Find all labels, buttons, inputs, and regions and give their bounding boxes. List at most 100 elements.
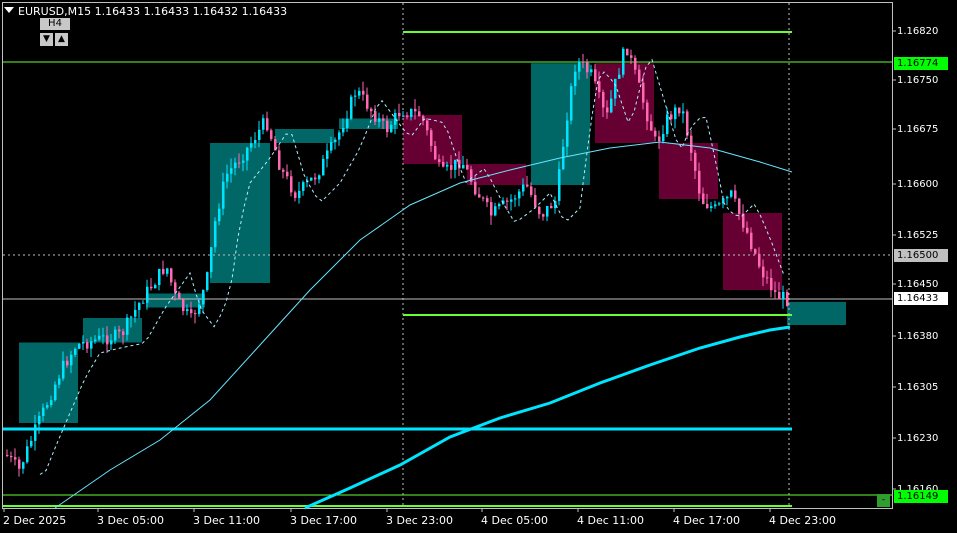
candle-body: [418, 111, 421, 117]
candle-body: [386, 120, 389, 133]
candle-body: [38, 416, 41, 425]
h4-candle-box: [659, 143, 718, 199]
candle-body: [642, 82, 645, 103]
candle-body: [266, 118, 269, 131]
collapse-button[interactable]: -: [877, 494, 890, 507]
candle-body: [134, 309, 137, 317]
candle-body: [190, 309, 193, 314]
chart-menu-icon[interactable]: [4, 7, 14, 13]
candle-body: [46, 405, 49, 408]
candle-body: [70, 354, 73, 366]
candle-body: [518, 191, 521, 199]
current-price-label: 1.16433: [894, 292, 948, 305]
candle-body: [634, 57, 637, 70]
higher-timeframe-badge[interactable]: H4: [40, 18, 70, 30]
time-tick-label: 4 Dec 23:00: [769, 514, 836, 527]
candle-body: [98, 335, 101, 340]
candle-body: [250, 143, 253, 148]
candle-body: [606, 107, 609, 113]
candle-body: [346, 118, 349, 128]
candle-body: [178, 292, 181, 299]
candle-body: [430, 130, 433, 146]
candle-body: [34, 424, 37, 441]
candle-body: [706, 203, 709, 209]
candle-body: [42, 407, 45, 417]
candle-body: [378, 118, 381, 122]
candle-body: [314, 177, 317, 180]
candle-body: [714, 204, 717, 207]
candle-body: [62, 360, 65, 379]
candle-body: [282, 169, 285, 172]
candle-body: [366, 94, 369, 109]
candle-body: [14, 457, 17, 460]
candle-body: [674, 107, 677, 120]
candle-body: [762, 266, 765, 278]
candle-body: [530, 186, 533, 195]
timeframe-down-button[interactable]: ▼: [40, 33, 53, 46]
candle-body: [126, 317, 129, 335]
candle-body: [146, 286, 149, 303]
price-chart[interactable]: [0, 0, 957, 533]
h4-candle-box: [723, 213, 782, 290]
candle-body: [94, 339, 97, 342]
candle-body: [294, 192, 297, 198]
candle-body: [246, 147, 249, 161]
candle-body: [694, 152, 697, 171]
candle-body: [622, 48, 625, 75]
candle-body: [670, 114, 673, 120]
candle-body: [486, 198, 489, 203]
candle-body: [682, 111, 685, 114]
candle-body: [66, 360, 69, 366]
candle-body: [434, 145, 437, 160]
candle-body: [550, 205, 553, 209]
candle-body: [626, 48, 629, 56]
candle-body: [650, 121, 653, 131]
candle-body: [110, 340, 113, 345]
candle-body: [398, 112, 401, 117]
candle-body: [558, 169, 561, 201]
candle-body: [370, 108, 373, 112]
timeframe-up-button[interactable]: ▲: [55, 33, 68, 46]
candle-body: [522, 184, 525, 192]
price-tick-label: 1.16820: [897, 26, 939, 37]
h4-candle-box: [19, 342, 78, 423]
candle-body: [118, 329, 121, 332]
slow-ma-line: [304, 325, 791, 510]
candle-body: [82, 342, 85, 344]
candle-body: [170, 268, 173, 283]
candle-body: [610, 98, 613, 113]
candle-body: [770, 277, 773, 291]
candle-body: [594, 69, 597, 82]
candle-body: [342, 127, 345, 133]
candle-body: [638, 69, 641, 83]
candle-body: [514, 198, 517, 200]
candle-body: [662, 134, 665, 142]
candle-body: [598, 81, 601, 93]
candle-body: [746, 227, 749, 233]
candle-body: [238, 162, 241, 164]
candle-body: [506, 200, 509, 202]
candle-body: [702, 193, 705, 204]
candle-body: [50, 400, 53, 406]
time-tick-label: 2 Dec 2025: [3, 514, 67, 527]
time-tick-label: 3 Dec 05:00: [97, 514, 164, 527]
chart-window[interactable]: EURUSD,M15 1.16433 1.16433 1.16432 1.164…: [0, 0, 957, 533]
candle-body: [602, 92, 605, 108]
candle-body: [710, 206, 713, 209]
candle-body: [222, 181, 225, 209]
candle-body: [258, 129, 261, 141]
candle-body: [754, 249, 757, 254]
candle-body: [630, 55, 633, 58]
candle-body: [478, 194, 481, 198]
candle-body: [410, 108, 413, 117]
candle-body: [254, 140, 257, 144]
candle-body: [782, 292, 785, 300]
candle-body: [750, 232, 753, 250]
candle-body: [578, 61, 581, 72]
candle-body: [454, 159, 457, 170]
candle-body: [130, 316, 133, 318]
candle-body: [86, 342, 89, 349]
candle-body: [698, 170, 701, 194]
candle-body: [734, 190, 737, 199]
candle-body: [646, 102, 649, 122]
